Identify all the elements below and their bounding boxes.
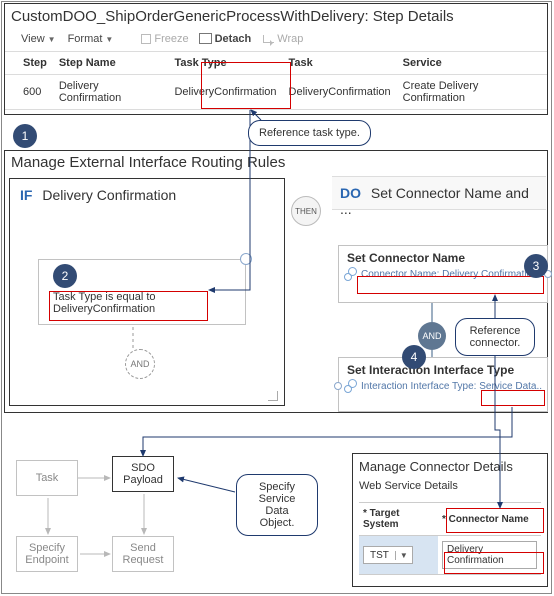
- then-connector: THEN: [291, 196, 321, 226]
- expand-icon[interactable]: [268, 391, 278, 401]
- highlight-connector-name: [357, 276, 544, 294]
- detach-icon: [201, 35, 212, 44]
- mc-subtitle: Web Service Details: [359, 480, 541, 492]
- col-service: Service: [397, 52, 547, 75]
- highlight-connector-name-header: [446, 508, 544, 533]
- flow-specify-endpoint-box: Specify Endpoint: [16, 536, 78, 572]
- format-menu[interactable]: Format ▼: [68, 33, 114, 45]
- port-icon: [334, 382, 342, 390]
- flow-task-box: Task: [16, 460, 78, 496]
- flow-sdo-box: SDO Payload: [112, 456, 174, 492]
- if-keyword: IF: [20, 187, 32, 203]
- callout-specify-sdo: Specify Service Data Object.: [236, 474, 318, 536]
- highlight-if-clause: [49, 291, 208, 321]
- detach-button[interactable]: Detach: [201, 33, 252, 45]
- target-system-select[interactable]: TST ▼: [363, 546, 413, 564]
- and-connector: AND: [418, 322, 446, 350]
- badge-1: 1: [13, 124, 37, 148]
- highlight-task-type: [201, 62, 291, 109]
- if-panel-header: IF Delivery Confirmation: [10, 179, 284, 211]
- badge-3: 3: [524, 254, 548, 278]
- view-menu[interactable]: View ▼: [21, 33, 56, 45]
- clause-port-icon: [240, 253, 252, 265]
- callout-ref-task-type: Reference task type.: [248, 120, 371, 146]
- do-keyword: DO: [340, 185, 361, 201]
- wrap-icon: [263, 35, 274, 43]
- routing-rules-title: Manage External Interface Routing Rules: [5, 151, 547, 175]
- step-details-title: CustomDOO_ShipOrderGenericProcessWithDel…: [5, 4, 547, 31]
- mc-col-target-system: Target System: [359, 503, 438, 536]
- col-task: Task: [283, 52, 397, 75]
- step-details-toolbar: View ▼ Format ▼ Freeze Detach Wrap: [5, 31, 547, 51]
- flow-diagram: Task SDO Payload Specify Endpoint Send R…: [8, 460, 228, 588]
- freeze-icon: [141, 34, 151, 44]
- wrap-button[interactable]: Wrap: [263, 33, 303, 45]
- highlight-connector-name-value: [444, 552, 544, 574]
- set-interaction-title: Set Interaction Interface Type: [339, 358, 547, 379]
- col-step-name: Step Name: [53, 52, 169, 75]
- chevron-down-icon: ▼: [105, 35, 113, 44]
- callout-ref-connector: Reference connector.: [455, 318, 535, 356]
- gears-icon: [344, 379, 358, 393]
- chevron-down-icon: ▼: [48, 35, 56, 44]
- col-step: Step: [5, 52, 53, 75]
- flow-send-request-box: Send Request: [112, 536, 174, 572]
- set-connector-title: Set Connector Name: [339, 246, 547, 267]
- and-connector-placeholder[interactable]: AND: [125, 349, 155, 379]
- chevron-down-icon: ▼: [395, 551, 412, 560]
- mc-title: Manage Connector Details: [359, 459, 541, 474]
- do-panel-header: DO Set Connector Name and ...: [332, 176, 546, 210]
- freeze-button[interactable]: Freeze: [141, 33, 188, 45]
- badge-2: 2: [53, 264, 77, 288]
- gears-icon: [344, 267, 358, 281]
- if-rule-title: Delivery Confirmation: [42, 187, 176, 203]
- highlight-service-data: [481, 390, 545, 406]
- set-interaction-prefix: Interaction Interface Type:: [361, 381, 476, 392]
- set-connector-name-box[interactable]: Set Connector Name Connector Name: Deliv…: [338, 245, 548, 303]
- badge-4: 4: [402, 345, 426, 369]
